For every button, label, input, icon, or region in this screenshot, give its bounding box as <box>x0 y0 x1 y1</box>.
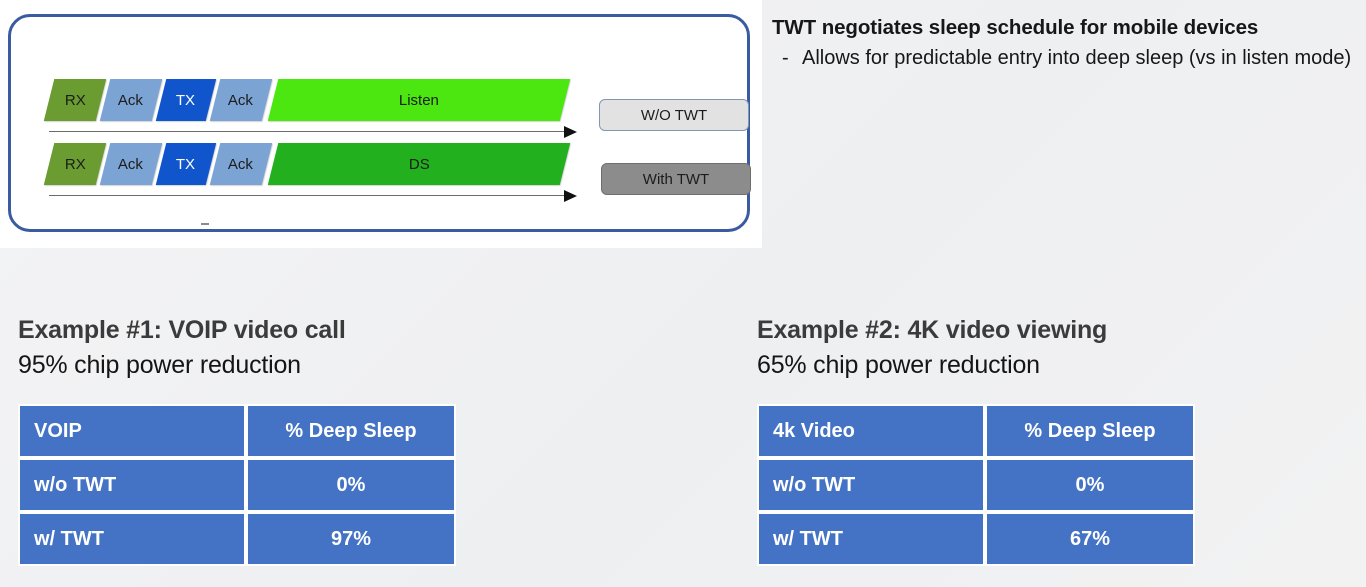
table-cell-value: 0% <box>985 458 1195 512</box>
table-cell-value: 97% <box>246 512 456 566</box>
twt-heading: TWT negotiates sleep schedule for mobile… <box>772 16 1259 39</box>
block-rx: RX <box>43 79 107 121</box>
table-header-cell: VOIP <box>18 404 246 458</box>
legend-with-twt: With TWT <box>601 163 751 195</box>
table-header-cell: 4k Video <box>757 404 985 458</box>
block-tx: TX <box>155 79 217 121</box>
block-ack-2-label: Ack <box>228 91 254 109</box>
twt-timing-diagram: RX Ack TX Ack Listen RX Ack TX Ack DS W/… <box>0 0 762 248</box>
table-header-row: VOIP % Deep Sleep <box>18 404 456 458</box>
example-2-subtitle: 65% chip power reduction <box>757 351 1040 379</box>
block-ack-2: Ack <box>209 143 273 185</box>
twt-bullet-text: Allows for predictable entry into deep s… <box>802 46 1352 69</box>
table-cell-label: w/ TWT <box>757 512 985 566</box>
block-listen-label: Listen <box>398 91 440 109</box>
timeline-line <box>49 195 567 196</box>
table-header-cell: % Deep Sleep <box>985 404 1195 458</box>
legend-without-twt-label: W/O TWT <box>640 106 708 124</box>
block-rx: RX <box>43 143 107 185</box>
table-cell-label: w/ TWT <box>18 512 246 566</box>
block-rx-label: RX <box>64 155 86 173</box>
timeline-arrow-with-twt <box>49 190 579 202</box>
block-tx: TX <box>155 143 217 185</box>
arrow-head-icon <box>564 126 577 138</box>
timeline-line <box>49 131 567 132</box>
table-row: w/o TWT 0% <box>18 458 456 512</box>
block-listen: Listen <box>267 79 571 121</box>
table-row: w/o TWT 0% <box>757 458 1195 512</box>
block-ack-1: Ack <box>99 143 163 185</box>
twt-description: TWT negotiates sleep schedule for mobile… <box>772 14 1362 72</box>
block-tx-label: TX <box>176 155 196 173</box>
table-row: w/ TWT 67% <box>757 512 1195 566</box>
table-cell-value: 0% <box>246 458 456 512</box>
bullet-marker: - <box>782 46 789 69</box>
table-row: w/ TWT 97% <box>18 512 456 566</box>
legend-with-twt-label: With TWT <box>642 170 710 188</box>
timeline-arrow-without-twt <box>49 126 579 138</box>
block-rx-label: RX <box>64 91 86 109</box>
block-ack-2-label: Ack <box>228 155 254 173</box>
tick-mark <box>201 223 209 225</box>
block-ack-1: Ack <box>99 79 163 121</box>
block-ack-1-label: Ack <box>118 155 144 173</box>
example-2-title: Example #2: 4K video viewing <box>757 316 1108 344</box>
arrow-head-icon <box>564 190 577 202</box>
example-2-section: Example #2: 4K video viewing 65% chip po… <box>757 316 1366 566</box>
block-tx-label: TX <box>176 91 196 109</box>
example-1-table: VOIP % Deep Sleep w/o TWT 0% w/ TWT 97% <box>18 404 456 566</box>
example-2-table: 4k Video % Deep Sleep w/o TWT 0% w/ TWT … <box>757 404 1195 566</box>
block-ack-1-label: Ack <box>118 91 144 109</box>
table-cell-label: w/o TWT <box>18 458 246 512</box>
block-ack-2: Ack <box>209 79 273 121</box>
example-1-section: Example #1: VOIP video call 95% chip pow… <box>18 316 658 566</box>
example-1-title: Example #1: VOIP video call <box>18 316 346 344</box>
table-header-cell: % Deep Sleep <box>246 404 456 458</box>
table-cell-value: 67% <box>985 512 1195 566</box>
table-cell-label: w/o TWT <box>757 458 985 512</box>
diagram-frame: RX Ack TX Ack Listen RX Ack TX Ack DS W/… <box>8 14 751 232</box>
twt-bullet-item: - Allows for predictable entry into deep… <box>772 45 1362 72</box>
block-deep-sleep: DS <box>267 143 571 185</box>
block-deep-sleep-label: DS <box>408 155 430 173</box>
legend-without-twt: W/O TWT <box>599 99 749 131</box>
table-header-row: 4k Video % Deep Sleep <box>757 404 1195 458</box>
example-1-subtitle: 95% chip power reduction <box>18 351 301 379</box>
